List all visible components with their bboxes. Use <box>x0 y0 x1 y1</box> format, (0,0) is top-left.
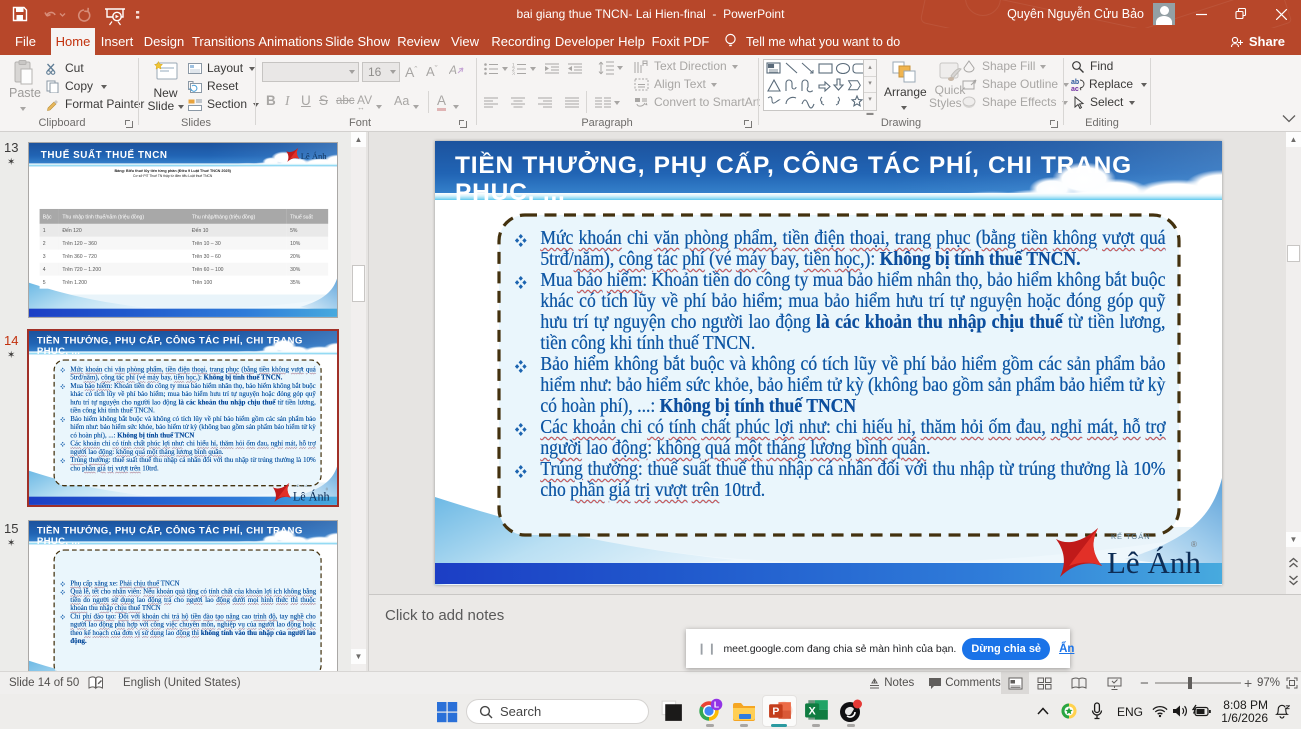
svg-text:Lê Ánh: Lê Ánh <box>293 490 330 504</box>
svg-text:ac: ac <box>1071 86 1079 91</box>
svg-text:®: ® <box>1191 540 1197 549</box>
svg-text:Lê Ánh: Lê Ánh <box>301 151 328 161</box>
svg-text:Lê Ánh: Lê Ánh <box>1107 545 1200 580</box>
svg-text:KẾ TOÁN: KẾ TOÁN <box>294 483 310 488</box>
svg-text:KẾ TOÁN: KẾ TOÁN <box>1111 531 1151 541</box>
svg-text:A: A <box>449 63 457 77</box>
svg-text:3: 3 <box>512 71 515 75</box>
svg-text:ab: ab <box>1071 79 1079 86</box>
